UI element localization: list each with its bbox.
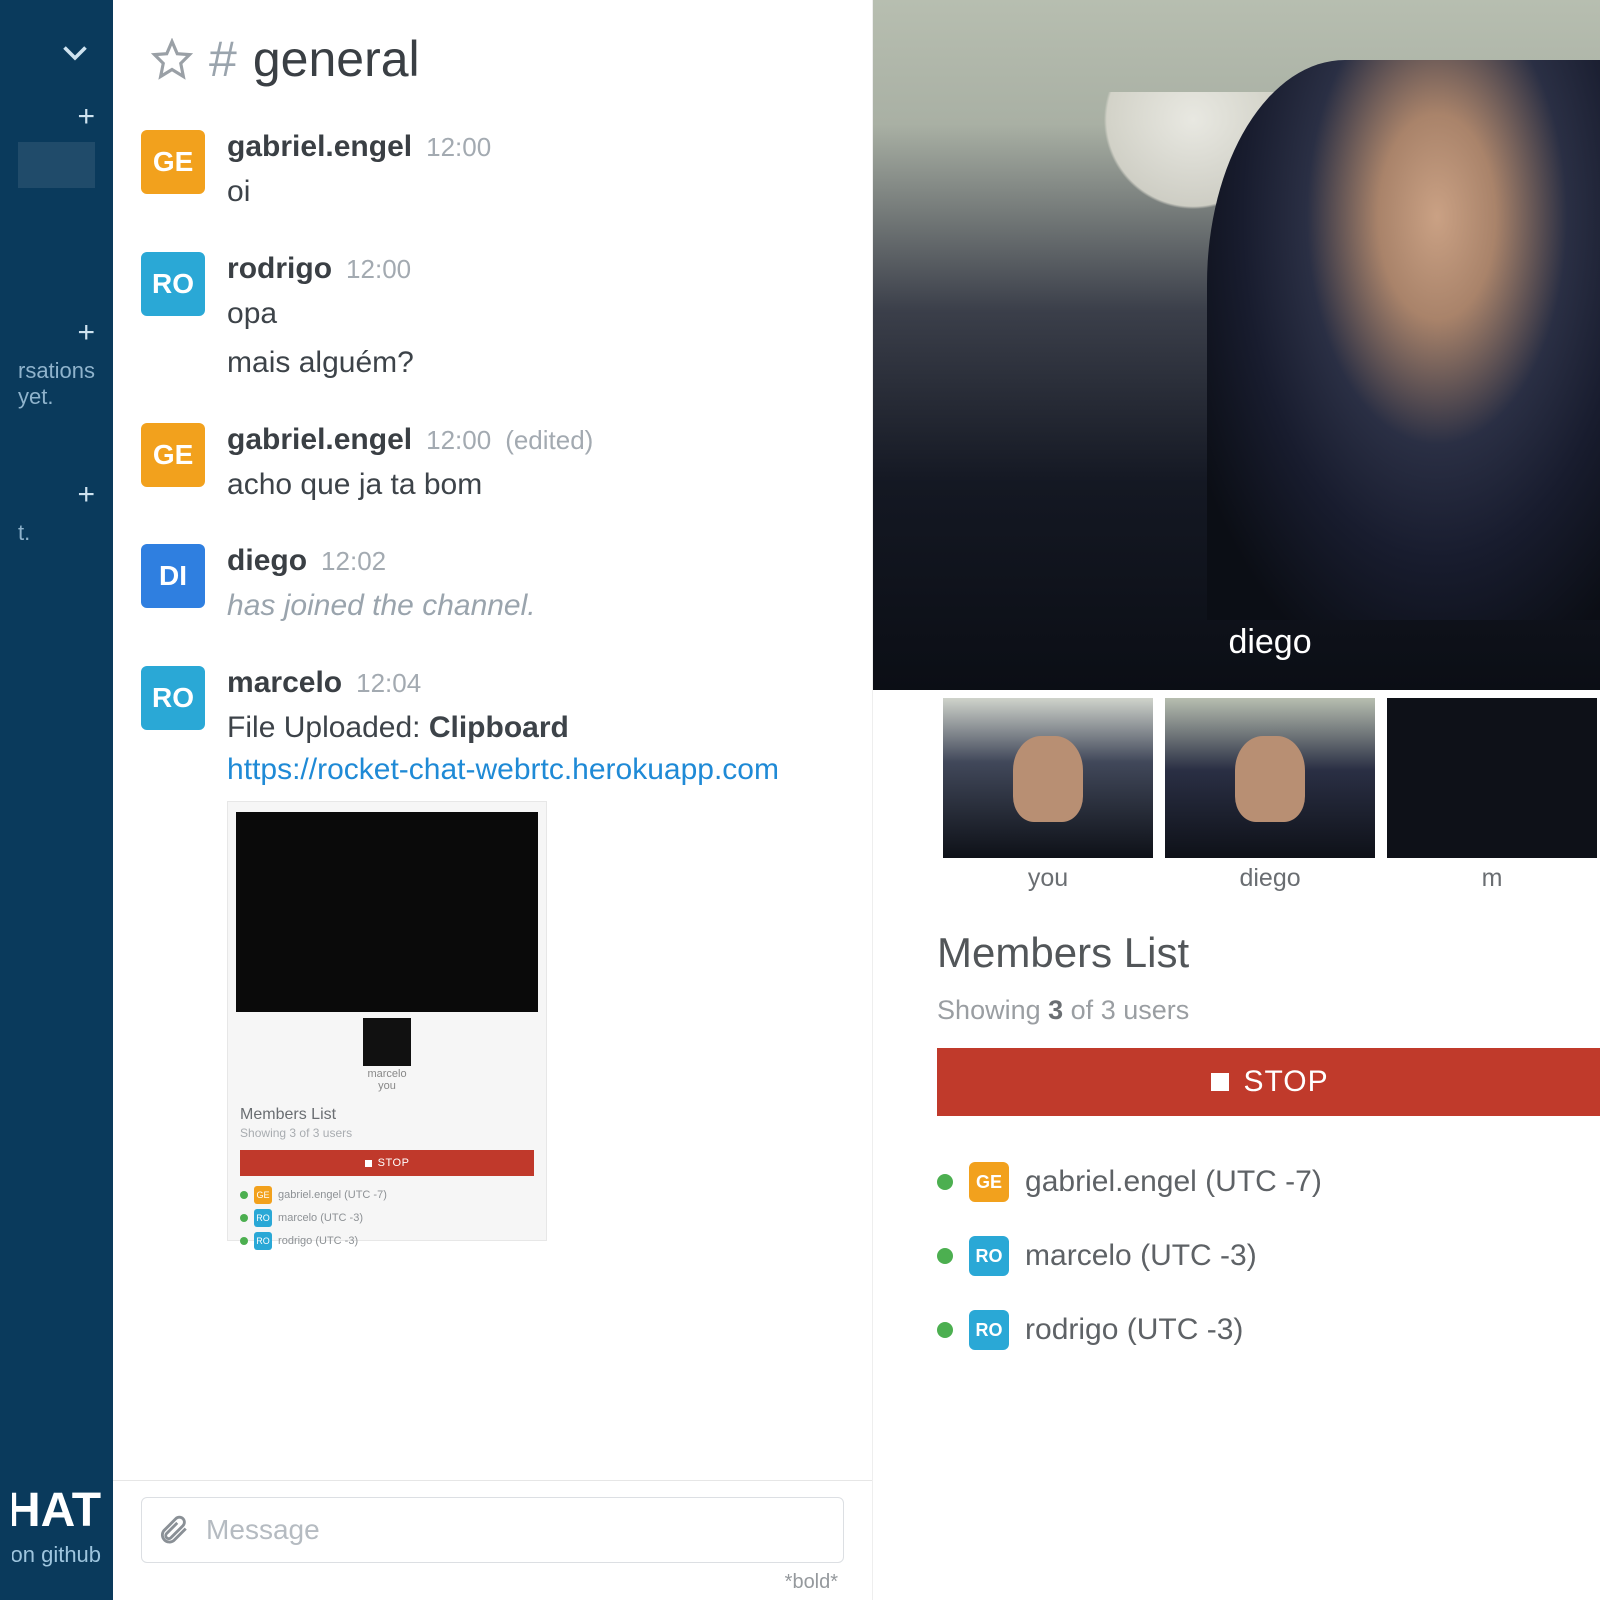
avatar[interactable]: RO: [141, 666, 205, 730]
message-row: DI diego 12:02 has joined the channel.: [141, 528, 844, 650]
message-username[interactable]: rodrigo: [227, 252, 332, 286]
attachment-members-sub: Showing 3 of 3 users: [240, 1126, 534, 1140]
message-username[interactable]: gabriel.engel: [227, 423, 412, 457]
stop-icon: [1211, 1073, 1229, 1091]
attachment-preview[interactable]: marceloyou Members List Showing 3 of 3 u…: [227, 801, 547, 1241]
video-person: [1207, 60, 1600, 620]
format-hint: *bold*: [141, 1563, 844, 1594]
status-dot: [937, 1174, 953, 1190]
member-name: gabriel.engel (UTC -7): [1025, 1165, 1322, 1199]
brand-subtitle[interactable]: fork it on github: [12, 1542, 101, 1568]
video-main-label: diego: [873, 623, 1600, 662]
edited-label: (edited): [505, 425, 593, 456]
member-avatar: RO: [969, 1236, 1009, 1276]
channel-header: # general: [113, 0, 872, 106]
stop-label: STOP: [1243, 1065, 1328, 1099]
message-row: RO marcelo 12:04 File Uploaded: Clipboar…: [141, 650, 844, 1264]
member-avatar: GE: [969, 1162, 1009, 1202]
message-text: mais alguém?: [227, 335, 844, 385]
star-icon[interactable]: [151, 38, 193, 80]
video-main[interactable]: diego: [873, 0, 1600, 690]
thumb-label: m: [1482, 864, 1503, 893]
avatar[interactable]: RO: [141, 252, 205, 316]
message-time: 12:02: [321, 546, 386, 577]
message-row: GE gabriel.engel 12:00 (edited) acho que…: [141, 407, 844, 529]
hash-icon: #: [209, 30, 237, 88]
message-text: opa: [227, 286, 844, 336]
composer: *bold*: [113, 1480, 872, 1600]
attachment-members-title: Members List: [240, 1106, 534, 1124]
message-text: File Uploaded: Clipboard: [227, 700, 844, 750]
stop-button[interactable]: STOP: [937, 1048, 1600, 1116]
add-dm-icon[interactable]: +: [78, 318, 96, 348]
video-thumb[interactable]: [943, 698, 1153, 858]
add-private-icon[interactable]: +: [78, 480, 96, 510]
message-time: 12:00: [346, 254, 411, 285]
member-avatar: RO: [969, 1310, 1009, 1350]
sidebar: + + rsations yet. + t. T.CHAT fork it on…: [0, 0, 113, 1600]
attachment-member-row: ROrodrigo (UTC -3): [240, 1232, 534, 1250]
attachment-video-preview: [236, 812, 538, 1012]
upload-prefix: File Uploaded:: [227, 711, 429, 744]
system-message: has joined the channel.: [227, 578, 844, 628]
message-username[interactable]: gabriel.engel: [227, 130, 412, 164]
member-row[interactable]: GE gabriel.engel (UTC -7): [937, 1162, 1600, 1202]
attachment-member-row: GEgabriel.engel (UTC -7): [240, 1186, 534, 1204]
attachment-thumb: [363, 1018, 411, 1066]
no-conversations-text: rsations yet.: [18, 354, 95, 410]
message-row: GE gabriel.engel 12:00 oi: [141, 114, 844, 236]
message-row: RO rodrigo 12:00 opa mais alguém?: [141, 236, 844, 407]
message-time: 12:04: [356, 668, 421, 699]
message-username[interactable]: marcelo: [227, 666, 342, 700]
thumb-label: diego: [1239, 864, 1300, 893]
right-panel: diego you diego m Members List Showing 3…: [873, 0, 1600, 1600]
message-username[interactable]: diego: [227, 544, 307, 578]
message-input[interactable]: [206, 1514, 829, 1546]
channel-name: general: [253, 30, 420, 88]
message-link[interactable]: https://rocket-chat-webrtc.herokuapp.com: [227, 749, 844, 787]
sidebar-hint-2: t.: [18, 516, 95, 546]
avatar[interactable]: DI: [141, 544, 205, 608]
add-channel-icon[interactable]: +: [78, 102, 96, 132]
video-thumb[interactable]: [1387, 698, 1597, 858]
status-dot: [937, 1322, 953, 1338]
sidebar-selected-channel[interactable]: [18, 142, 95, 188]
members-panel: Members List Showing 3 of 3 users STOP G…: [873, 893, 1600, 1350]
chat-main: # general GE gabriel.engel 12:00 oi RO: [113, 0, 873, 1600]
attachment-stop: STOP: [240, 1150, 534, 1176]
video-thumbs: you diego m: [873, 690, 1600, 893]
members-subtitle: Showing 3 of 3 users: [937, 995, 1600, 1026]
message-time: 12:00: [426, 425, 491, 456]
status-dot: [937, 1248, 953, 1264]
upload-name: Clipboard: [429, 711, 569, 744]
chevron-down-icon[interactable]: [55, 32, 95, 72]
message-text: oi: [227, 164, 844, 214]
message-list: GE gabriel.engel 12:00 oi RO rodrigo 12:…: [113, 106, 872, 1480]
brand-title: T.CHAT: [12, 1483, 101, 1538]
attachment-member-row: ROmarcelo (UTC -3): [240, 1209, 534, 1227]
attach-icon[interactable]: [156, 1513, 190, 1547]
member-row[interactable]: RO rodrigo (UTC -3): [937, 1310, 1600, 1350]
member-name: marcelo (UTC -3): [1025, 1239, 1257, 1273]
thumb-label: you: [1028, 864, 1068, 893]
avatar[interactable]: GE: [141, 423, 205, 487]
message-text: acho que ja ta bom: [227, 457, 844, 507]
message-time: 12:00: [426, 132, 491, 163]
attachment-thumb-label: marceloyou: [236, 1068, 538, 1092]
member-row[interactable]: RO marcelo (UTC -3): [937, 1236, 1600, 1276]
members-title: Members List: [937, 929, 1600, 977]
avatar[interactable]: GE: [141, 130, 205, 194]
member-name: rodrigo (UTC -3): [1025, 1313, 1243, 1347]
video-thumb[interactable]: [1165, 698, 1375, 858]
